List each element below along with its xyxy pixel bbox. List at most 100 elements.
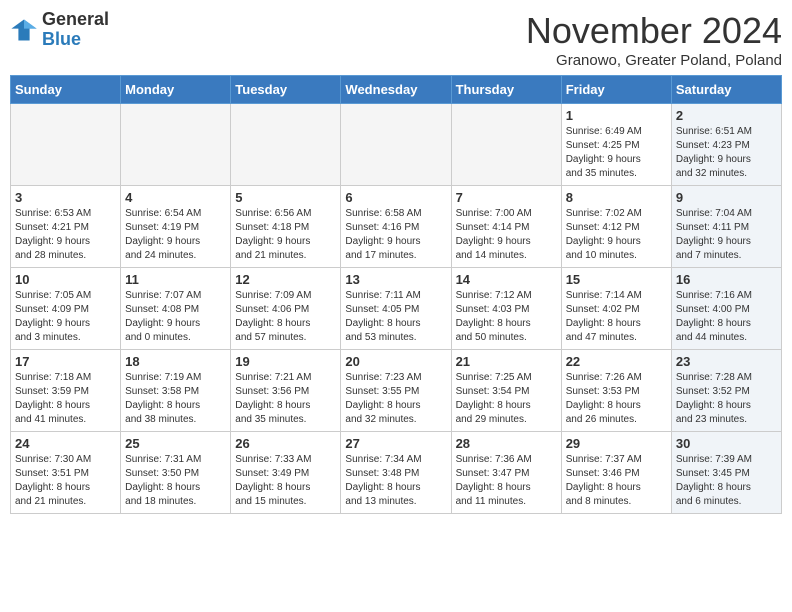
header-sunday: Sunday	[11, 76, 121, 104]
day-number: 2	[676, 108, 777, 123]
day-cell-19: 19 Sunrise: 7:21 AM Sunset: 3:56 PM Dayli…	[231, 350, 341, 432]
month-title: November 2024	[526, 10, 782, 52]
day-cell-8: 8 Sunrise: 7:02 AM Sunset: 4:12 PM Daylig…	[561, 186, 671, 268]
calendar-header-row: SundayMondayTuesdayWednesdayThursdayFrid…	[11, 76, 782, 104]
day-info: Sunrise: 7:11 AM Sunset: 4:05 PM Dayligh…	[345, 289, 446, 345]
day-info: Sunrise: 6:58 AM Sunset: 4:16 PM Dayligh…	[345, 207, 446, 263]
day-number: 30	[676, 436, 777, 451]
week-row-2: 3 Sunrise: 6:53 AM Sunset: 4:21 PM Daylig…	[11, 186, 782, 268]
header-friday: Friday	[561, 76, 671, 104]
day-info: Sunrise: 7:05 AM Sunset: 4:09 PM Dayligh…	[15, 289, 116, 345]
day-number: 12	[235, 272, 336, 287]
day-number: 28	[456, 436, 557, 451]
day-info: Sunrise: 6:49 AM Sunset: 4:25 PM Dayligh…	[566, 125, 667, 181]
empty-cell	[11, 104, 121, 186]
day-info: Sunrise: 7:21 AM Sunset: 3:56 PM Dayligh…	[235, 371, 336, 427]
day-cell-17: 17 Sunrise: 7:18 AM Sunset: 3:59 PM Dayli…	[11, 350, 121, 432]
location: Granowo, Greater Poland, Poland	[526, 52, 782, 69]
day-info: Sunrise: 7:30 AM Sunset: 3:51 PM Dayligh…	[15, 453, 116, 509]
day-number: 5	[235, 190, 336, 205]
day-number: 11	[125, 272, 226, 287]
week-row-1: 1 Sunrise: 6:49 AM Sunset: 4:25 PM Daylig…	[11, 104, 782, 186]
day-info: Sunrise: 7:07 AM Sunset: 4:08 PM Dayligh…	[125, 289, 226, 345]
day-cell-18: 18Sunrise: 7:19 AM Sunset: 3:58 PM Dayli…	[121, 350, 231, 432]
week-row-5: 24 Sunrise: 7:30 AM Sunset: 3:51 PM Dayli…	[11, 432, 782, 514]
empty-cell	[341, 104, 451, 186]
day-info: Sunrise: 6:53 AM Sunset: 4:21 PM Dayligh…	[15, 207, 116, 263]
day-number: 24	[15, 436, 116, 451]
day-number: 25	[125, 436, 226, 451]
week-row-4: 17 Sunrise: 7:18 AM Sunset: 3:59 PM Dayli…	[11, 350, 782, 432]
day-number: 16	[676, 272, 777, 287]
day-number: 21	[456, 354, 557, 369]
day-info: Sunrise: 6:51 AM Sunset: 4:23 PM Dayligh…	[676, 125, 777, 181]
day-cell-27: 27Sunrise: 7:34 AM Sunset: 3:48 PM Dayli…	[341, 432, 451, 514]
day-number: 15	[566, 272, 667, 287]
day-info: Sunrise: 7:04 AM Sunset: 4:11 PM Dayligh…	[676, 207, 777, 263]
day-info: Sunrise: 7:23 AM Sunset: 3:55 PM Dayligh…	[345, 371, 446, 427]
day-number: 23	[676, 354, 777, 369]
day-info: Sunrise: 7:14 AM Sunset: 4:02 PM Dayligh…	[566, 289, 667, 345]
day-cell-1: 1 Sunrise: 6:49 AM Sunset: 4:25 PM Daylig…	[561, 104, 671, 186]
header-thursday: Thursday	[451, 76, 561, 104]
day-info: Sunrise: 7:28 AM Sunset: 3:52 PM Dayligh…	[676, 371, 777, 427]
day-info: Sunrise: 7:18 AM Sunset: 3:59 PM Dayligh…	[15, 371, 116, 427]
day-cell-5: 5Sunrise: 6:56 AM Sunset: 4:18 PM Daylig…	[231, 186, 341, 268]
header-tuesday: Tuesday	[231, 76, 341, 104]
day-cell-21: 21 Sunrise: 7:25 AM Sunset: 3:54 PM Dayli…	[451, 350, 561, 432]
day-info: Sunrise: 7:12 AM Sunset: 4:03 PM Dayligh…	[456, 289, 557, 345]
day-number: 4	[125, 190, 226, 205]
day-number: 6	[345, 190, 446, 205]
day-number: 29	[566, 436, 667, 451]
day-cell-22: 22Sunrise: 7:26 AM Sunset: 3:53 PM Dayli…	[561, 350, 671, 432]
day-number: 26	[235, 436, 336, 451]
day-cell-9: 9 Sunrise: 7:04 AM Sunset: 4:11 PM Daylig…	[671, 186, 781, 268]
day-cell-28: 28 Sunrise: 7:36 AM Sunset: 3:47 PM Dayli…	[451, 432, 561, 514]
day-number: 14	[456, 272, 557, 287]
day-info: Sunrise: 7:36 AM Sunset: 3:47 PM Dayligh…	[456, 453, 557, 509]
header-saturday: Saturday	[671, 76, 781, 104]
day-number: 27	[345, 436, 446, 451]
day-cell-14: 14 Sunrise: 7:12 AM Sunset: 4:03 PM Dayli…	[451, 268, 561, 350]
day-number: 7	[456, 190, 557, 205]
day-number: 19	[235, 354, 336, 369]
day-cell-2: 2 Sunrise: 6:51 AM Sunset: 4:23 PM Daylig…	[671, 104, 781, 186]
day-number: 8	[566, 190, 667, 205]
day-info: Sunrise: 7:39 AM Sunset: 3:45 PM Dayligh…	[676, 453, 777, 509]
page-header: General Blue November 2024 Granowo, Grea…	[10, 10, 782, 69]
header-wednesday: Wednesday	[341, 76, 451, 104]
day-number: 17	[15, 354, 116, 369]
day-cell-20: 20Sunrise: 7:23 AM Sunset: 3:55 PM Dayli…	[341, 350, 451, 432]
day-cell-13: 13 Sunrise: 7:11 AM Sunset: 4:05 PM Dayli…	[341, 268, 451, 350]
day-info: Sunrise: 7:00 AM Sunset: 4:14 PM Dayligh…	[456, 207, 557, 263]
day-number: 1	[566, 108, 667, 123]
day-cell-25: 25Sunrise: 7:31 AM Sunset: 3:50 PM Dayli…	[121, 432, 231, 514]
day-number: 13	[345, 272, 446, 287]
day-number: 9	[676, 190, 777, 205]
day-cell-3: 3 Sunrise: 6:53 AM Sunset: 4:21 PM Daylig…	[11, 186, 121, 268]
logo-bird-icon	[10, 16, 38, 44]
day-info: Sunrise: 7:25 AM Sunset: 3:54 PM Dayligh…	[456, 371, 557, 427]
week-row-3: 10Sunrise: 7:05 AM Sunset: 4:09 PM Dayli…	[11, 268, 782, 350]
day-cell-10: 10Sunrise: 7:05 AM Sunset: 4:09 PM Dayli…	[11, 268, 121, 350]
day-info: Sunrise: 7:19 AM Sunset: 3:58 PM Dayligh…	[125, 371, 226, 427]
title-block: November 2024 Granowo, Greater Poland, P…	[526, 10, 782, 69]
day-cell-11: 11 Sunrise: 7:07 AM Sunset: 4:08 PM Dayli…	[121, 268, 231, 350]
day-cell-16: 16Sunrise: 7:16 AM Sunset: 4:00 PM Dayli…	[671, 268, 781, 350]
day-cell-23: 23 Sunrise: 7:28 AM Sunset: 3:52 PM Dayli…	[671, 350, 781, 432]
day-info: Sunrise: 7:02 AM Sunset: 4:12 PM Dayligh…	[566, 207, 667, 263]
day-cell-4: 4Sunrise: 6:54 AM Sunset: 4:19 PM Daylig…	[121, 186, 231, 268]
day-number: 3	[15, 190, 116, 205]
empty-cell	[121, 104, 231, 186]
empty-cell	[231, 104, 341, 186]
logo: General Blue	[10, 10, 109, 50]
day-info: Sunrise: 7:26 AM Sunset: 3:53 PM Dayligh…	[566, 371, 667, 427]
day-cell-26: 26 Sunrise: 7:33 AM Sunset: 3:49 PM Dayli…	[231, 432, 341, 514]
day-cell-7: 7 Sunrise: 7:00 AM Sunset: 4:14 PM Daylig…	[451, 186, 561, 268]
day-cell-15: 15 Sunrise: 7:14 AM Sunset: 4:02 PM Dayli…	[561, 268, 671, 350]
logo-general-text: General	[42, 10, 109, 30]
day-info: Sunrise: 7:37 AM Sunset: 3:46 PM Dayligh…	[566, 453, 667, 509]
day-cell-30: 30 Sunrise: 7:39 AM Sunset: 3:45 PM Dayli…	[671, 432, 781, 514]
day-info: Sunrise: 7:33 AM Sunset: 3:49 PM Dayligh…	[235, 453, 336, 509]
day-cell-6: 6 Sunrise: 6:58 AM Sunset: 4:16 PM Daylig…	[341, 186, 451, 268]
